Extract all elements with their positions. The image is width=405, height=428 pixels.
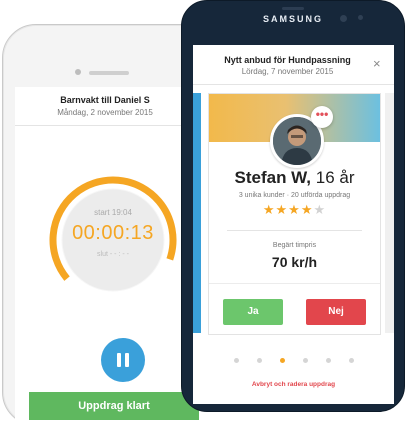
speaker-grille [282, 7, 304, 10]
header-divider [193, 84, 394, 85]
bid-card: ••• Stefan W, 16 år 3 unika kunder · 20 … [208, 93, 381, 335]
pager-dot[interactable] [348, 358, 354, 363]
rating-stars: ★★★★★ [209, 202, 380, 218]
provider-stats: 3 unika kunder · 20 utförda uppdrag [238, 192, 351, 199]
timer-end: slut - - : - - [97, 251, 129, 258]
timer: start 19:04 00:00:13 slut - - : - - [45, 172, 181, 308]
price-label: Begärt timpris [272, 242, 317, 249]
page-subtitle: Lördag, 7 november 2015 [241, 67, 334, 76]
complete-task-button[interactable]: Uppdrag klart [29, 392, 199, 420]
previous-card-peek[interactable] [193, 93, 201, 333]
speaker-grille [89, 71, 129, 75]
provider-name: Stefan W, 16 år [209, 168, 380, 188]
pager-dot[interactable] [302, 358, 308, 363]
cancel-task-link[interactable]: Avbryt och radera uppdrag [193, 381, 394, 388]
price-value: 70 kr/h [271, 254, 318, 270]
page-title: Barnvakt till Daniel S [60, 95, 150, 105]
device-brand: SAMSUNG [262, 14, 323, 24]
star-icon: ★ [275, 202, 289, 217]
timer-elapsed: 00:00:13 [72, 222, 154, 244]
star-icon: ★ [313, 202, 327, 217]
close-icon[interactable]: × [373, 57, 381, 70]
pager-dot[interactable] [256, 358, 262, 363]
sensor-icon [358, 15, 363, 20]
star-icon: ★ [262, 202, 276, 217]
next-card-peek[interactable] [385, 93, 394, 333]
page-title: Nytt anbud för Hundpassning [224, 55, 351, 65]
provider-age: 16 år [315, 168, 355, 187]
pause-button[interactable] [101, 338, 145, 382]
pager-dots [193, 358, 394, 363]
pager-dot[interactable] [233, 358, 239, 363]
card-divider [227, 230, 362, 231]
timer-start: start 19:04 [94, 208, 132, 217]
page-subtitle: Måndag, 2 november 2015 [57, 108, 153, 117]
camera-icon [75, 69, 81, 75]
pager-dot[interactable] [325, 358, 331, 363]
star-icon: ★ [288, 202, 301, 217]
camera-icon [340, 15, 347, 22]
decline-button[interactable]: Nej [306, 299, 366, 325]
provider-name-text: Stefan W, [234, 168, 312, 187]
accept-button[interactable]: Ja [223, 299, 283, 325]
samsung-screen: Nytt anbud för Hundpassning Lördag, 7 no… [193, 45, 394, 404]
pager-dot[interactable] [279, 358, 285, 363]
samsung-device: SAMSUNG Nytt anbud för Hundpassning Lörd… [181, 0, 405, 412]
chat-icon[interactable]: ••• [311, 106, 333, 128]
card-divider [209, 283, 380, 284]
star-icon: ★ [300, 202, 314, 217]
